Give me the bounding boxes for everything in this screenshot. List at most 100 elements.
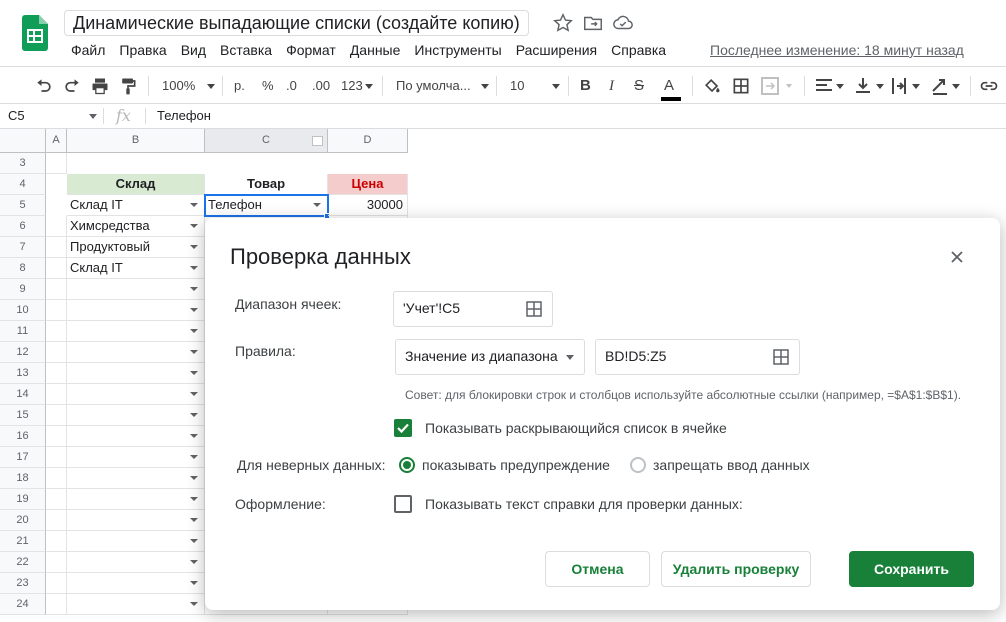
increase-decimal-button[interactable]: .00 <box>312 76 330 96</box>
row-header[interactable]: 14 <box>0 384 46 405</box>
dropdown-arrow-icon[interactable] <box>190 560 198 564</box>
column-header-d[interactable]: D <box>328 129 408 153</box>
row-header[interactable]: 24 <box>0 594 46 615</box>
dropdown-arrow-icon[interactable] <box>190 224 198 228</box>
menu-extensions[interactable]: Расширения <box>509 40 604 60</box>
chevron-down-icon[interactable] <box>89 114 97 119</box>
cell-d4[interactable]: Цена <box>328 174 408 195</box>
grid-cell[interactable] <box>67 342 205 363</box>
grid-cell[interactable] <box>46 405 67 426</box>
remove-validation-button[interactable]: Удалить проверку <box>661 551 811 587</box>
row-header[interactable]: 13 <box>0 363 46 384</box>
help-text-label[interactable]: Показывать текст справки для проверки да… <box>425 496 743 512</box>
cell-range-input[interactable]: 'Учет'!C5 <box>393 291 553 327</box>
grid-cell[interactable] <box>46 489 67 510</box>
grid-cell[interactable] <box>67 510 205 531</box>
dropdown-arrow-icon[interactable] <box>190 392 198 396</box>
undo-icon[interactable] <box>34 76 54 96</box>
merge-cells-icon[interactable] <box>760 76 794 96</box>
decrease-decimal-button[interactable]: .0 <box>286 76 297 96</box>
grid-cell[interactable] <box>67 489 205 510</box>
grid-cell[interactable] <box>46 468 67 489</box>
row-header[interactable]: 21 <box>0 531 46 552</box>
show-dropdown-checkbox[interactable] <box>394 419 412 437</box>
bold-button[interactable]: B <box>580 76 591 96</box>
percent-format-button[interactable]: % <box>262 76 274 96</box>
cloud-saved-icon[interactable] <box>612 12 634 34</box>
grid-cell[interactable] <box>46 384 67 405</box>
row-header[interactable]: 6 <box>0 216 46 237</box>
dropdown-arrow-icon[interactable] <box>190 434 198 438</box>
close-icon[interactable] <box>945 245 969 269</box>
fill-color-icon[interactable] <box>702 76 722 96</box>
grid-cell[interactable] <box>46 531 67 552</box>
grid-cell[interactable] <box>46 258 67 279</box>
insert-link-icon[interactable] <box>978 76 1000 96</box>
cell-b5[interactable]: Склад IT <box>67 195 205 216</box>
grid-cell[interactable] <box>46 153 67 174</box>
grid-cell[interactable] <box>46 342 67 363</box>
row-header[interactable]: 20 <box>0 510 46 531</box>
redo-icon[interactable] <box>62 76 82 96</box>
row-header[interactable]: 3 <box>0 153 46 174</box>
grid-cell[interactable] <box>67 447 205 468</box>
more-formats-select[interactable]: 123 <box>341 76 373 96</box>
dropdown-arrow-icon[interactable] <box>190 245 198 249</box>
cancel-button[interactable]: Отмена <box>545 551 650 587</box>
grid-cell[interactable] <box>67 594 205 615</box>
grid-cell[interactable] <box>67 531 205 552</box>
grid-cell[interactable] <box>46 552 67 573</box>
grid-cell[interactable] <box>46 321 67 342</box>
grid-cell[interactable] <box>67 552 205 573</box>
select-range-icon[interactable] <box>526 301 542 317</box>
reject-radio[interactable] <box>630 457 646 473</box>
grid-cell[interactable]: Продуктовый <box>67 237 205 258</box>
dropdown-arrow-icon[interactable] <box>190 518 198 522</box>
row-header[interactable]: 22 <box>0 552 46 573</box>
row-header[interactable]: 8 <box>0 258 46 279</box>
grid-cell[interactable] <box>46 594 67 615</box>
zoom-select[interactable]: 100% <box>162 76 216 96</box>
dropdown-arrow-icon[interactable] <box>190 602 198 606</box>
grid-cell[interactable] <box>67 468 205 489</box>
sheets-logo-icon[interactable] <box>22 15 48 51</box>
column-header-c[interactable]: C <box>205 129 328 153</box>
grid-cell[interactable]: Химсредства <box>67 216 205 237</box>
row-header[interactable]: 9 <box>0 279 46 300</box>
row-header[interactable]: 18 <box>0 468 46 489</box>
reject-radio-label[interactable]: запрещать ввод данных <box>653 457 810 473</box>
grid-cell[interactable] <box>67 321 205 342</box>
grid-cell[interactable] <box>46 216 67 237</box>
document-title[interactable]: Динамические выпадающие списки (создайте… <box>64 10 529 36</box>
formula-input[interactable]: Телефон <box>157 108 211 124</box>
grid-cell[interactable] <box>67 573 205 594</box>
cell-b4[interactable]: Склад <box>67 174 205 195</box>
dropdown-arrow-icon[interactable] <box>190 350 198 354</box>
menu-view[interactable]: Вид <box>174 40 213 60</box>
row-header[interactable]: 15 <box>0 405 46 426</box>
star-icon[interactable] <box>552 12 574 34</box>
dropdown-arrow-icon[interactable] <box>190 203 198 207</box>
text-rotation-icon[interactable] <box>930 76 962 96</box>
horizontal-align-icon[interactable] <box>814 76 846 96</box>
grid-cell[interactable] <box>67 405 205 426</box>
row-header[interactable]: 10 <box>0 300 46 321</box>
strikethrough-button[interactable]: S <box>634 76 644 96</box>
menu-edit[interactable]: Правка <box>112 40 173 60</box>
column-header-b[interactable]: B <box>67 129 205 153</box>
grid-cell[interactable] <box>46 300 67 321</box>
font-family-select[interactable]: По умолча... <box>396 76 489 96</box>
grid-cell[interactable] <box>46 237 67 258</box>
grid-cell[interactable] <box>67 300 205 321</box>
dropdown-arrow-icon[interactable] <box>190 308 198 312</box>
cell-c4[interactable]: Товар <box>205 174 328 195</box>
grid-cell[interactable] <box>46 447 67 468</box>
menu-data[interactable]: Данные <box>343 40 408 60</box>
grid-cell[interactable] <box>67 384 205 405</box>
dropdown-arrow-icon[interactable] <box>190 455 198 459</box>
grid-cell[interactable]: Склад IT <box>67 258 205 279</box>
text-color-button[interactable]: A <box>661 76 681 101</box>
grid-cell[interactable] <box>67 426 205 447</box>
dropdown-arrow-icon[interactable] <box>190 266 198 270</box>
grid-cell[interactable] <box>67 363 205 384</box>
